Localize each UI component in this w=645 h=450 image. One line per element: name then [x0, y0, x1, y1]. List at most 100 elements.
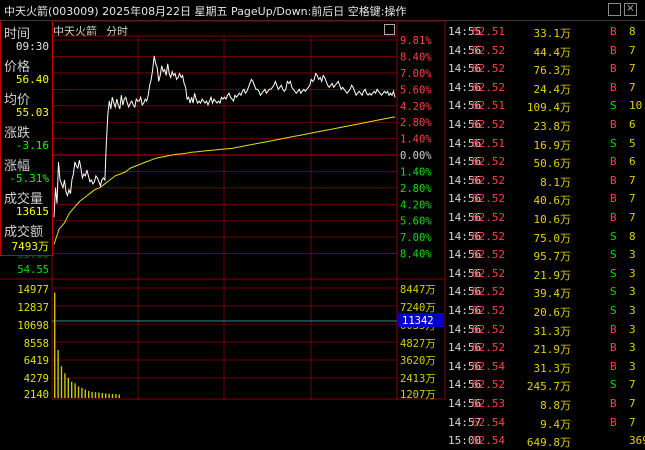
- trade-count: 7: [629, 62, 636, 76]
- volume-bar: [101, 392, 103, 398]
- volume-bar: [84, 389, 86, 398]
- trade-row: 15:0062.54649.8万369: [445, 432, 645, 450]
- trade-side: B: [610, 415, 617, 429]
- info-value: 55.03: [15, 106, 49, 119]
- vol-tick-label: 1207万: [400, 389, 436, 400]
- trade-price: 62.52: [471, 229, 505, 243]
- vol-tick-label: 8447万: [400, 284, 436, 296]
- trade-row: 14:56 62.52 44.4万 B 7: [445, 42, 645, 60]
- info-value: 13615: [15, 205, 49, 218]
- trade-price: 62.51: [471, 136, 505, 150]
- volume-bar: [111, 393, 114, 398]
- volume-bar: [57, 349, 59, 398]
- trade-price: 62.52: [471, 118, 505, 131]
- volume-bar: [108, 393, 110, 398]
- volume-bar: [115, 394, 117, 398]
- trade-row: 14:56 62.52 40.6万 B 7: [445, 190, 645, 208]
- trade-volume: 39.4万: [533, 287, 572, 301]
- volume-bar: [91, 391, 93, 398]
- trade-row: 14:56 62.52 31.3万 B 3: [445, 321, 645, 339]
- pct-tick-label: 7.00%: [400, 232, 432, 244]
- volume-bar: [71, 381, 73, 398]
- trade-row: 14:56 62.52 20.6万 S 3: [445, 302, 645, 320]
- trade-count: 7: [629, 397, 636, 410]
- trade-volume: 21.9万: [533, 343, 572, 357]
- trade-side: B: [610, 25, 617, 38]
- trade-volume: 76.3万: [533, 64, 572, 78]
- trade-count: 7: [629, 378, 636, 392]
- trade-side: B: [610, 43, 617, 57]
- trade-count: 3: [629, 285, 636, 299]
- left-axis-label: 54.55: [17, 264, 49, 276]
- trade-price: 62.53: [471, 397, 505, 410]
- left-axis-label: 12837: [17, 302, 49, 314]
- trade-volume: 9.4万: [540, 417, 571, 431]
- trade-price: 62.52: [471, 248, 505, 262]
- trade-side: B: [610, 118, 617, 131]
- trade-count: 8: [629, 25, 636, 38]
- trade-side: B: [610, 173, 617, 187]
- volume-bar: [94, 392, 97, 398]
- trade-volume: 10.6万: [533, 213, 572, 226]
- vol-tick-label: 4827万: [400, 338, 436, 350]
- trade-price: 62.52: [471, 211, 505, 224]
- trade-price: 62.51: [471, 99, 505, 113]
- trade-count: 5: [629, 136, 636, 150]
- pct-tick-label: 0.00%: [400, 150, 432, 162]
- info-value: 09:30: [15, 40, 49, 53]
- trade-price: 62.52: [471, 322, 505, 336]
- trade-price: 62.54: [471, 359, 505, 373]
- trade-volume: 40.6万: [533, 194, 572, 208]
- trade-price: 62.52: [471, 80, 505, 94]
- volume-bar: [64, 373, 66, 398]
- trade-count: 3: [629, 266, 636, 280]
- trade-side: S: [610, 248, 617, 262]
- trade-volume: 8.1万: [540, 175, 571, 189]
- trade-count: 3: [629, 248, 636, 262]
- trade-volume: 33.1万: [533, 27, 572, 40]
- pct-tick-label: 8.40%: [400, 52, 432, 64]
- trade-count: 3: [629, 341, 636, 355]
- trade-volume: 21.9万: [533, 268, 572, 282]
- trade-price: 62.52: [471, 341, 505, 355]
- trade-price: 62.52: [471, 378, 505, 392]
- trade-volume: 649.8万: [526, 436, 571, 450]
- trade-side: B: [610, 192, 617, 206]
- trade-volume: 95.7万: [533, 250, 572, 264]
- volume-bar: [54, 292, 56, 398]
- left-axis-label: 4279: [24, 373, 49, 385]
- trade-volume: 109.4万: [526, 101, 571, 115]
- trade-price: 62.51: [471, 25, 505, 38]
- info-panel: 时间 09:30 价格 56.40 均价 55.03 涨跌 -3.16 涨幅 -5.31% 成交量 1…: [0, 21, 53, 256]
- left-axis-label: 10698: [17, 320, 49, 332]
- volume-bar: [88, 391, 90, 398]
- trade-count: 3: [629, 359, 636, 373]
- trade-side: S: [610, 285, 617, 299]
- trade-volume: 20.6万: [533, 306, 572, 319]
- trade-volume: 50.6万: [533, 157, 572, 171]
- pct-tick-label: 2.80%: [400, 117, 432, 129]
- trade-side: B: [610, 359, 617, 373]
- pct-tick-label: 2.80%: [400, 183, 432, 195]
- trade-row: 14:56 62.52 75.0万 S 8: [445, 228, 645, 246]
- trade-side: S: [610, 229, 617, 243]
- trade-row: 14:56 62.51 16.9万 S 5: [445, 135, 645, 153]
- info-value: -5.31%: [9, 172, 49, 185]
- trade-price: 62.52: [471, 43, 505, 57]
- trade-volume: 44.4万: [533, 45, 572, 59]
- trade-volume: 23.8万: [533, 120, 572, 133]
- trade-count: 3: [629, 304, 636, 317]
- trade-count: 369: [629, 434, 645, 448]
- trade-side: B: [610, 155, 617, 169]
- trade-volume: 24.4万: [533, 82, 572, 96]
- trade-price: 62.52: [471, 155, 505, 169]
- trade-row: 14:56 62.52 95.7万 S 3: [445, 246, 645, 264]
- info-value: -3.16: [15, 139, 49, 152]
- trade-count: 8: [629, 229, 636, 243]
- pct-tick-label: 8.40%: [400, 249, 432, 261]
- trade-row: 14:56 62.52 245.7万 S 7: [445, 376, 645, 394]
- trade-row: 14:56 62.52 76.3万 B 7: [445, 60, 645, 78]
- trade-price: 62.52: [471, 304, 505, 317]
- trade-count: 3: [629, 322, 636, 336]
- trade-price: 62.52: [471, 285, 505, 299]
